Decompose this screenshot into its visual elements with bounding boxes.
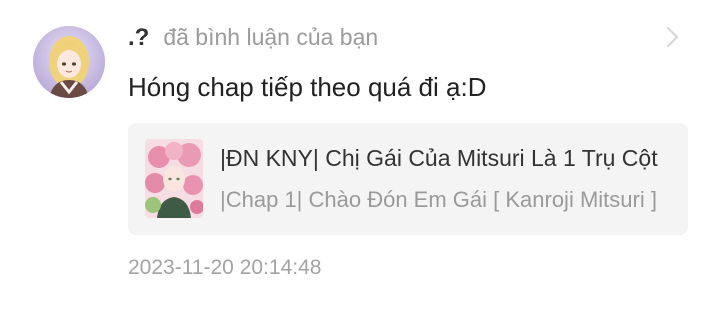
chapter-title: |Chap 1| Chào Đón Em Gái [ Kanroji Mitsu… xyxy=(220,187,657,212)
story-cover-thumbnail xyxy=(145,139,203,218)
chevron-right-icon[interactable] xyxy=(661,24,683,50)
comment-notification[interactable]: .? đã bình luận của bạn Hóng chap tiếp t… xyxy=(0,0,719,310)
action-text: đã bình luận của bạn xyxy=(163,24,379,50)
notification-header: .? đã bình luận của bạn xyxy=(128,24,378,54)
story-card[interactable]: |ĐN KNY| Chị Gái Của Mitsuri Là 1 Trụ Cộ… xyxy=(128,123,688,235)
story-title: |ĐN KNY| Chị Gái Của Mitsuri Là 1 Trụ Cộ… xyxy=(220,145,658,171)
comment-text: Hóng chap tiếp theo quá đi ạ:D xyxy=(128,72,487,102)
avatar-image xyxy=(33,26,105,98)
user-avatar[interactable] xyxy=(33,26,105,98)
timestamp: 2023-11-20 20:14:48 xyxy=(128,256,322,279)
user-name[interactable]: .? xyxy=(128,24,149,52)
